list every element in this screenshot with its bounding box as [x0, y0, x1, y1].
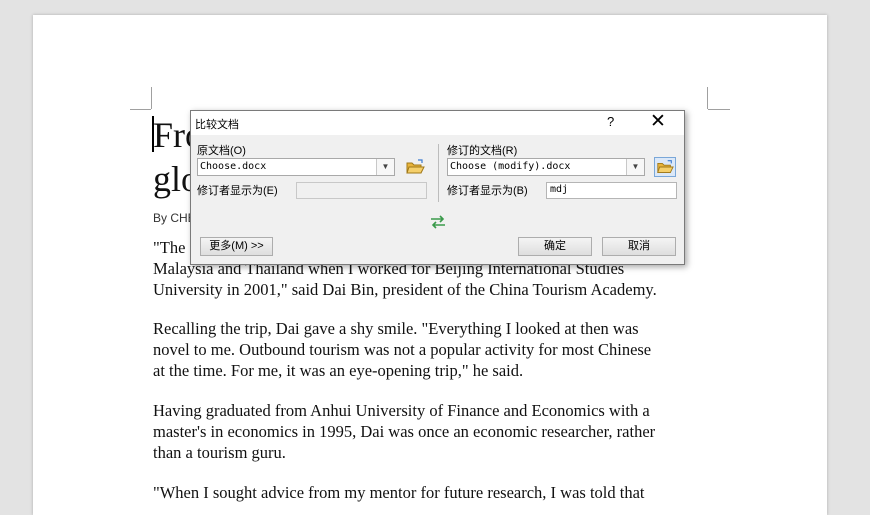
dialog-title: 比较文档: [195, 119, 239, 131]
more-options-button[interactable]: 更多(M) >>: [200, 237, 273, 256]
revised-document-label: 修订的文档(R): [447, 145, 518, 157]
browse-revised-button[interactable]: [654, 157, 676, 177]
paragraph-line: Having graduated from Anhui University o…: [153, 401, 650, 420]
dialog-titlebar[interactable]: 比较文档 ? ✕: [191, 111, 684, 135]
close-button[interactable]: ✕: [650, 112, 666, 132]
crop-mark-top-left-vertical: [151, 87, 152, 109]
paragraph[interactable]: Having graduated from Anhui University o…: [153, 400, 723, 463]
text-cursor: [152, 116, 154, 152]
original-document-label: 原文档(O): [197, 145, 246, 157]
revised-author-value: mdj: [550, 184, 569, 195]
original-document-value: Choose.docx: [200, 161, 267, 172]
revised-author-field[interactable]: mdj: [546, 182, 677, 199]
paragraph-line: Recalling the trip, Dai gave a shy smile…: [153, 319, 639, 338]
column-divider: [438, 144, 439, 202]
chevron-down-icon[interactable]: ▼: [376, 159, 394, 175]
paragraph-line: master's in economics in 1995, Dai was o…: [153, 422, 656, 441]
crop-mark-top-right-horizontal: [708, 109, 730, 110]
crop-mark-top-right-vertical: [707, 87, 708, 109]
original-document-select[interactable]: Choose.docx ▼: [197, 158, 395, 176]
paragraph-line: than a tourism guru.: [153, 443, 286, 462]
chevron-down-icon[interactable]: ▼: [626, 159, 644, 175]
paragraph-line: University in 2001," said Dai Bin, presi…: [153, 280, 657, 299]
revised-document-select[interactable]: Choose (modify).docx ▼: [447, 158, 645, 176]
swap-documents-icon[interactable]: [429, 215, 447, 229]
paragraph-line: at the time. For me, it was an eye-openi…: [153, 361, 524, 380]
folder-open-icon: [406, 159, 425, 174]
original-author-label: 修订者显示为(E): [197, 185, 278, 197]
paragraph-line: novel to me. Outbound tourism was not a …: [153, 340, 652, 359]
browse-original-button[interactable]: [404, 157, 426, 177]
original-author-field[interactable]: [296, 182, 427, 199]
cancel-button[interactable]: 取消: [602, 237, 676, 256]
paragraph[interactable]: Recalling the trip, Dai gave a shy smile…: [153, 318, 723, 381]
folder-open-icon: [657, 160, 674, 173]
ok-button[interactable]: 确定: [518, 237, 592, 256]
crop-mark-top-left-horizontal: [130, 109, 151, 110]
revised-document-value: Choose (modify).docx: [450, 161, 571, 172]
revised-author-label: 修订者显示为(B): [447, 185, 528, 197]
help-button[interactable]: ?: [607, 114, 614, 129]
compare-documents-dialog: 比较文档 ? ✕ 原文档(O) Choose.docx ▼ 修订者显示为(E) …: [190, 110, 685, 265]
